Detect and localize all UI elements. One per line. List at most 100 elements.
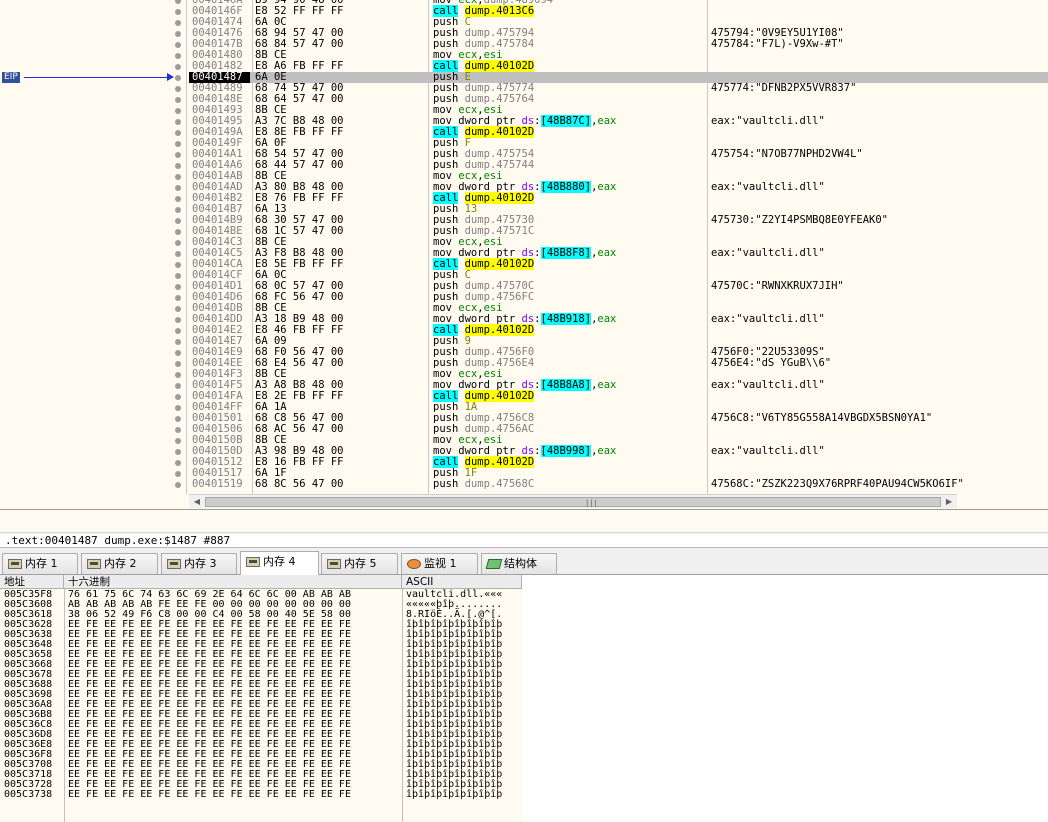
instruction-text: call dump.40102D <box>433 324 703 336</box>
disasm-row[interactable]: 00401482 E8 A6 FB FF FF call dump.40102D <box>189 60 1048 72</box>
disasm-row[interactable]: 00401519 68 8C 56 47 00 push dump.47568C 47… <box>189 479 1048 490</box>
disasm-row[interactable]: 0040148E 68 64 57 47 00 push dump.475764 <box>189 94 1048 105</box>
instruction-comment: eax:"vaultcli.dll" <box>711 313 825 325</box>
breakpoint-icon[interactable] <box>175 107 181 114</box>
tab-2[interactable]: 内存 2 <box>81 553 158 574</box>
tab-7[interactable]: 结构体 <box>481 553 557 574</box>
instruction-text: call dump.40102D <box>433 126 703 138</box>
ram-icon <box>167 559 181 569</box>
disasm-row[interactable]: 0040149A E8 8E FB FF FF call dump.40102D <box>189 126 1048 138</box>
column-header-address[interactable]: 地址 <box>0 575 64 589</box>
breakpoint-icon[interactable] <box>175 316 181 323</box>
breakpoint-icon[interactable] <box>175 140 181 147</box>
breakpoint-icon[interactable] <box>175 470 181 477</box>
dump-header: 地址 十六进制 ASCII <box>0 575 522 589</box>
memory-dump-view[interactable]: 地址 十六进制 ASCII 005C35F8 76 61 75 6C 74 63 … <box>0 575 1048 822</box>
tab-5[interactable]: 内存 5 <box>321 553 398 574</box>
disasm-row[interactable]: 004014E2 E8 46 FB FF FF call dump.40102D <box>189 324 1048 336</box>
instruction-token: dump.40102D <box>464 324 535 336</box>
breakpoint-icon[interactable] <box>175 371 181 378</box>
breakpoint-icon[interactable] <box>175 162 181 169</box>
breakpoint-icon[interactable] <box>175 129 181 136</box>
breakpoint-icon[interactable] <box>175 404 181 411</box>
tab-label: 内存 1 <box>25 557 58 570</box>
disasm-row[interactable]: 004014A6 68 44 57 47 00 push dump.475744 <box>189 160 1048 171</box>
branch-gutter[interactable]: EIP <box>0 0 187 494</box>
instruction-comment: eax:"vaultcli.dll" <box>711 115 825 127</box>
tab-6[interactable]: 监视 1 <box>401 553 478 574</box>
breakpoint-icon[interactable] <box>175 63 181 70</box>
tab-3[interactable]: 内存 3 <box>161 553 237 574</box>
instruction-token: : <box>534 379 541 391</box>
disasm-row[interactable]: 004014B2 E8 76 FB FF FF call dump.40102D <box>189 192 1048 204</box>
breakpoint-icon[interactable] <box>175 426 181 433</box>
breakpoint-icon[interactable] <box>175 41 181 48</box>
tab-4[interactable]: 内存 4 <box>240 551 319 575</box>
breakpoint-icon[interactable] <box>175 228 181 235</box>
breakpoint-icon[interactable] <box>175 52 181 59</box>
breakpoint-icon[interactable] <box>175 250 181 257</box>
breakpoint-icon[interactable] <box>175 239 181 246</box>
breakpoint-icon[interactable] <box>175 8 181 15</box>
tab-1[interactable]: 内存 1 <box>2 553 78 574</box>
disasm-row[interactable]: 004014BE 68 1C 57 47 00 push dump.47571C <box>189 226 1048 237</box>
breakpoint-icon[interactable] <box>175 217 181 224</box>
instruction-token: [48B8F8] <box>540 247 592 259</box>
dump-table[interactable]: 地址 十六进制 ASCII 005C35F8 76 61 75 6C 74 63 … <box>0 575 522 822</box>
column-header-ascii[interactable]: ASCII <box>402 575 522 589</box>
instruction-token: : <box>534 445 541 457</box>
breakpoint-icon[interactable] <box>175 360 181 367</box>
disasm-row[interactable]: 004014D6 68 FC 56 47 00 push dump.4756FC <box>189 292 1048 303</box>
breakpoint-icon[interactable] <box>175 283 181 290</box>
breakpoint-icon[interactable] <box>175 294 181 301</box>
breakpoint-icon[interactable] <box>175 184 181 191</box>
instruction-token: eax <box>597 181 617 193</box>
disasm-row[interactable]: 00401506 68 AC 56 47 00 push dump.4756AC <box>189 424 1048 435</box>
breakpoint-icon[interactable] <box>175 118 181 125</box>
breakpoint-icon[interactable] <box>175 481 181 488</box>
breakpoint-icon[interactable] <box>175 382 181 389</box>
breakpoint-icon[interactable] <box>175 74 181 81</box>
instruction-token: [48B998] <box>540 445 592 457</box>
disasm-row[interactable]: 0040147B 68 84 57 47 00 push dump.475784 47… <box>189 39 1048 50</box>
dump-tab-bar: 内存 1 内存 2 内存 3 内存 4 内存 5 监视 1 结构体 <box>0 550 1048 575</box>
instruction-bytes: 68 8C 56 47 00 <box>255 478 344 490</box>
horizontal-scrollbar[interactable]: ◀ ||| ▶ <box>189 494 957 508</box>
instruction-comment: 47568C:"ZSZK223Q9X76RPRF40PAU94CW5KO6IF" <box>711 478 964 490</box>
tab-label: 监视 1 <box>424 557 457 570</box>
breakpoint-icon[interactable] <box>175 151 181 158</box>
breakpoint-icon[interactable] <box>175 437 181 444</box>
instruction-token: eax <box>597 313 617 325</box>
disassembly-view[interactable]: EIP 0040146A B9 94 90 48 00 mov ecx,dump.4… <box>0 0 1048 510</box>
scroll-right-icon[interactable]: ▶ <box>942 496 956 508</box>
disasm-row[interactable]: 0040146F E8 52 FF FF FF call dump.4013C6 <box>189 5 1048 17</box>
breakpoint-icon[interactable] <box>175 30 181 37</box>
disasm-row[interactable]: 00401512 E8 16 FB FF FF call dump.40102D <box>189 456 1048 468</box>
breakpoint-icon[interactable] <box>175 173 181 180</box>
instruction-comment: eax:"vaultcli.dll" <box>711 379 825 391</box>
eip-marker: EIP <box>2 72 20 83</box>
breakpoint-icon[interactable] <box>175 96 181 103</box>
dump-row[interactable]: 005C3738 EE FE EE FE EE FE EE FE EE FE EE… <box>0 790 522 800</box>
breakpoint-icon[interactable] <box>175 459 181 466</box>
breakpoint-icon[interactable] <box>175 305 181 312</box>
column-header-hex[interactable]: 十六进制 <box>64 575 402 589</box>
breakpoint-icon[interactable] <box>175 349 181 356</box>
breakpoint-icon[interactable] <box>175 338 181 345</box>
disasm-row[interactable]: 004014EE 68 E4 56 47 00 push dump.4756E4 47… <box>189 358 1048 369</box>
breakpoint-icon[interactable] <box>175 0 181 4</box>
scrollbar-thumb[interactable]: ||| <box>205 497 941 507</box>
breakpoint-icon[interactable] <box>175 272 181 279</box>
disasm-row[interactable]: 004014CA E8 5E FB FF FF call dump.40102D <box>189 258 1048 270</box>
scroll-left-icon[interactable]: ◀ <box>190 496 204 508</box>
breakpoint-icon[interactable] <box>175 195 181 202</box>
breakpoint-icon[interactable] <box>175 393 181 400</box>
disasm-row[interactable]: 004014FA E8 2E FB FF FF call dump.40102D <box>189 390 1048 402</box>
breakpoint-icon[interactable] <box>175 206 181 213</box>
breakpoint-icon[interactable] <box>175 85 181 92</box>
breakpoint-icon[interactable] <box>175 19 181 26</box>
breakpoint-icon[interactable] <box>175 415 181 422</box>
breakpoint-icon[interactable] <box>175 327 181 334</box>
breakpoint-icon[interactable] <box>175 261 181 268</box>
breakpoint-icon[interactable] <box>175 448 181 455</box>
